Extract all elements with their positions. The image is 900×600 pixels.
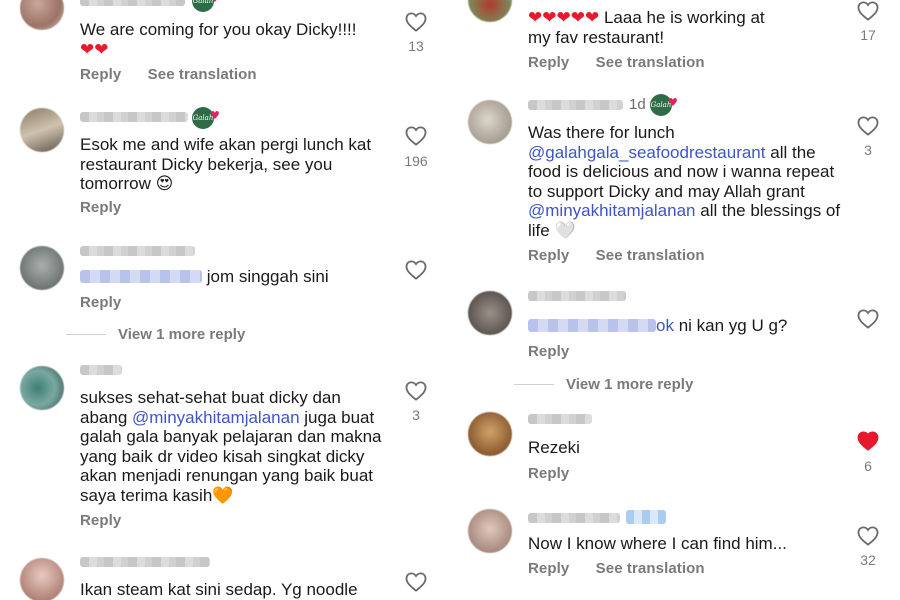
- red-hearts-emoji-icon: ❤❤❤❤❤: [528, 8, 600, 27]
- see-translation-button[interactable]: See translation: [596, 54, 705, 71]
- avatar[interactable]: [20, 558, 64, 600]
- heart-outline-icon[interactable]: [403, 572, 429, 592]
- mention-link[interactable]: @galahgala_seafoodrestaurant: [528, 143, 766, 162]
- comment-actions: Reply: [80, 199, 143, 216]
- comment-actions: Reply See translation: [528, 560, 727, 577]
- reply-button[interactable]: Reply: [80, 199, 121, 216]
- heart-outline-icon[interactable]: [855, 526, 881, 546]
- reply-button[interactable]: Reply: [80, 294, 121, 311]
- avatar[interactable]: [468, 509, 512, 553]
- heart-outline-icon[interactable]: [403, 381, 429, 401]
- mention-link-tail[interactable]: ok: [656, 316, 674, 335]
- see-translation-button[interactable]: See translation: [596, 247, 705, 264]
- see-translation-button[interactable]: See translation: [596, 560, 705, 577]
- avatar[interactable]: [20, 366, 64, 410]
- like-count: 32: [860, 552, 876, 568]
- mention-link-blurred[interactable]: [80, 270, 202, 283]
- reply-button[interactable]: Reply: [528, 247, 569, 264]
- comments-column-right: ❤❤❤❤❤ Laaa he is working at my fav resta…: [450, 0, 900, 600]
- reply-button[interactable]: Reply: [80, 512, 121, 529]
- avatar[interactable]: [468, 0, 512, 22]
- comment-text: ok ni kan yg U g?: [528, 316, 848, 336]
- comment-text: Now I know where I can find him...: [528, 534, 787, 553]
- mention-link[interactable]: @minyakhitamjalanan: [528, 201, 696, 220]
- divider: [66, 334, 106, 335]
- comment-text: Rezeki: [528, 438, 580, 457]
- avatar[interactable]: [20, 0, 64, 30]
- comment-text: Was there for lunch @galahgala_seafoodre…: [528, 123, 841, 240]
- reply-button[interactable]: Reply: [528, 343, 569, 360]
- heart-outline-icon[interactable]: [855, 1, 881, 21]
- username-blurred[interactable]: [80, 557, 210, 567]
- mention-link[interactable]: @minyakhitamjalanan: [132, 408, 300, 427]
- comment-text: Ikan steam kat sini sedap. Yg noodle: [80, 580, 358, 599]
- view-more-replies-button[interactable]: View 1 more reply: [514, 376, 693, 393]
- divider: [514, 384, 554, 385]
- orange-heart-emoji-icon: 🧡: [212, 485, 234, 505]
- heart-outline-icon[interactable]: [855, 116, 881, 136]
- heart-outline-icon[interactable]: [855, 309, 881, 329]
- comment-actions: Reply: [528, 465, 591, 482]
- like-count: 196: [404, 153, 428, 169]
- avatar[interactable]: [20, 108, 64, 152]
- username-blurred-emoji: [626, 510, 666, 524]
- avatar[interactable]: [468, 291, 512, 335]
- comment-actions: Reply: [80, 512, 143, 529]
- comments-column-left: Galah♥ We are coming for you okay Dicky!…: [0, 0, 450, 600]
- username-blurred[interactable]: [528, 100, 623, 110]
- comment-actions: Reply See translation: [80, 66, 279, 83]
- heart-outline-icon[interactable]: [403, 260, 429, 280]
- see-translation-button[interactable]: See translation: [148, 66, 257, 83]
- like-count: 17: [860, 27, 876, 43]
- reply-button[interactable]: Reply: [80, 66, 121, 83]
- comment-actions: Reply See translation: [528, 54, 727, 71]
- heart-outline-icon[interactable]: [403, 12, 429, 32]
- like-count: 6: [864, 458, 872, 474]
- heart-eyes-emoji-icon: 😍: [155, 174, 174, 194]
- comment-text: We are coming for you okay Dicky!!!! ❤❤: [80, 20, 357, 59]
- username-blurred[interactable]: [80, 365, 122, 375]
- avatar[interactable]: [468, 100, 512, 144]
- comment-text: Esok me and wife akan pergi lunch kat re…: [80, 135, 372, 194]
- view-more-replies-button[interactable]: View 1 more reply: [66, 326, 245, 343]
- verified-brand-badge-icon: Galah♥: [192, 0, 220, 12]
- heart-filled-icon[interactable]: [855, 431, 881, 451]
- comment-text: ❤❤❤❤❤ Laaa he is working at my fav resta…: [528, 8, 765, 47]
- username-blurred[interactable]: [80, 246, 195, 256]
- username-blurred[interactable]: [80, 0, 185, 6]
- comment-timestamp: 1d: [629, 96, 646, 113]
- reply-button[interactable]: Reply: [528, 465, 569, 482]
- verified-brand-badge-icon: Galah♥: [192, 107, 220, 129]
- mention-link-blurred[interactable]: [528, 319, 656, 332]
- heart-outline-icon[interactable]: [403, 126, 429, 146]
- comment-actions: Reply: [80, 294, 143, 311]
- verified-brand-badge-icon: Galah♥: [650, 94, 678, 116]
- like-count: 13: [408, 38, 424, 54]
- comment-text: sukses sehat-sehat buat dicky dan abang …: [80, 388, 382, 505]
- avatar[interactable]: [20, 246, 64, 290]
- heart-emoji-icon: ❤❤: [80, 39, 109, 59]
- username-blurred[interactable]: [528, 414, 592, 424]
- avatar[interactable]: [468, 412, 512, 456]
- comment-actions: Reply: [528, 343, 591, 360]
- comment-text: jom singgah sini: [80, 267, 400, 287]
- username-blurred[interactable]: [528, 291, 626, 301]
- reply-button[interactable]: Reply: [528, 54, 569, 71]
- like-count: 3: [412, 407, 420, 423]
- reply-button[interactable]: Reply: [528, 560, 569, 577]
- comment-actions: Reply See translation: [528, 247, 727, 264]
- like-count: 3: [864, 142, 872, 158]
- username-blurred[interactable]: [528, 513, 620, 523]
- username-blurred[interactable]: [80, 112, 188, 122]
- white-heart-emoji-icon: 🤍: [554, 220, 576, 240]
